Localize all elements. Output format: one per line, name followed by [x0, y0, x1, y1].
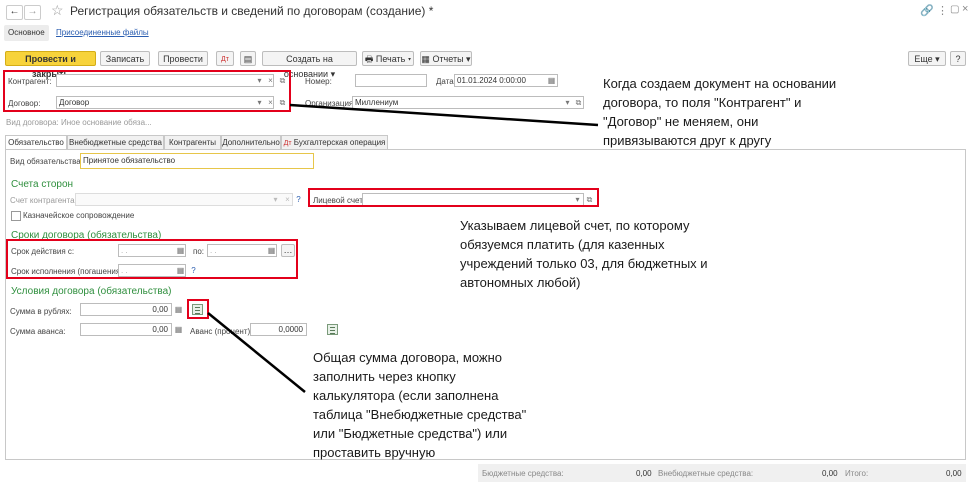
arrow-note3: [207, 312, 306, 393]
arrow-note1: [289, 103, 599, 127]
annotation-note1: Когда создаем документ на основании дого…: [603, 76, 837, 148]
annotation-note3: Общая сумма договора, можно заполнить че…: [313, 350, 527, 460]
annotation-note2: Указываем лицевой счет, по которому обяз…: [460, 218, 708, 290]
